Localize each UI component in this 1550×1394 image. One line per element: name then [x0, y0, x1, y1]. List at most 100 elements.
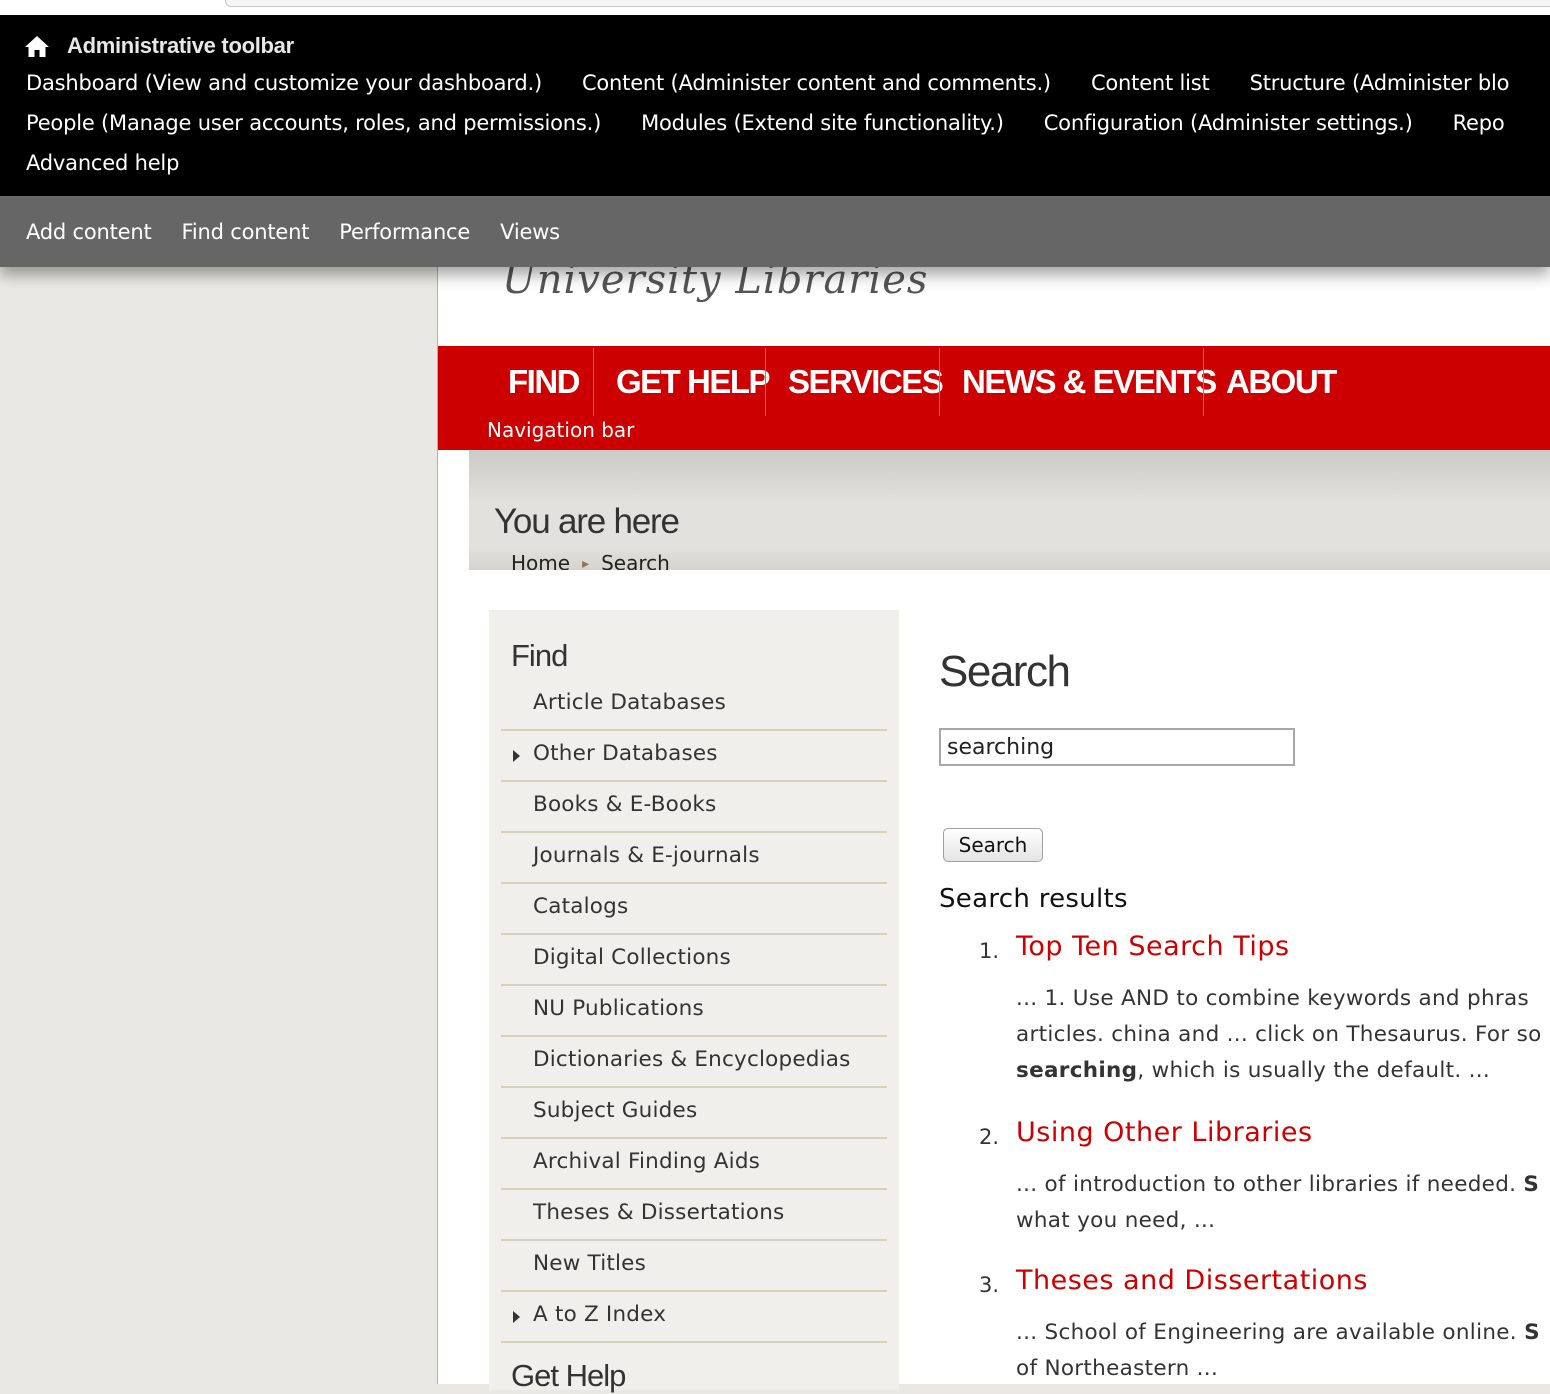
breadcrumb-separator-icon: ▸	[582, 556, 590, 570]
sidebar-item-label: Journals & E-journals	[533, 843, 760, 868]
breadcrumb-panel: You are here Home ▸ Search	[469, 450, 1550, 570]
snippet-text: ... 1. Use AND to combine keywords and p…	[1016, 986, 1530, 1011]
breadcrumb: Home ▸ Search	[511, 551, 670, 570]
result-number: 2.	[979, 1125, 1000, 1149]
result-snippet-line: searching, which is usually the default.…	[1016, 1053, 1542, 1089]
sidebar-item-label: Books & E-Books	[533, 792, 717, 817]
page-title: Search	[939, 647, 1071, 696]
nav-separator	[593, 348, 594, 416]
admin-menu-dashboard[interactable]: Dashboard (View and customize your dashb…	[26, 71, 542, 101]
home-icon	[25, 36, 49, 57]
admin-menu-people[interactable]: People (Manage user accounts, roles, and…	[26, 111, 601, 141]
shortcut-performance[interactable]: Performance	[339, 220, 470, 244]
nav-get-help[interactable]: GET HELP	[616, 348, 771, 416]
sidebar-item[interactable]: Article Databases	[501, 680, 887, 731]
sidebar-next-title: Get Help	[511, 1358, 626, 1393]
admin-toolbar-title-text: Administrative toolbar	[67, 33, 294, 58]
shortcut-find-content[interactable]: Find content	[182, 220, 310, 244]
result-snippet-line: articles. china and ... click on Thesaur…	[1016, 1017, 1542, 1053]
sidebar-item-label: Digital Collections	[533, 945, 731, 970]
admin-menu-content-list[interactable]: Content list	[1091, 71, 1210, 101]
sidebar-item-label: New Titles	[533, 1251, 647, 1276]
sidebar-item[interactable]: A to Z Index	[501, 1292, 887, 1343]
search-input[interactable]	[939, 728, 1295, 766]
result-snippet: ... 1. Use AND to combine keywords and p…	[1016, 981, 1542, 1089]
nav-news-events[interactable]: NEWS & EVENTS	[962, 348, 1217, 416]
nav-separator	[765, 348, 766, 416]
admin-menu-row-3: Advanced help	[26, 151, 219, 181]
admin-menu-row-2: People (Manage user accounts, roles, and…	[26, 111, 1545, 141]
sidebar-item[interactable]: Subject Guides	[501, 1088, 887, 1139]
result-snippet-line: of Northeastern ...	[1016, 1351, 1540, 1387]
admin-menu-structure[interactable]: Structure (Administer blo	[1250, 71, 1510, 101]
admin-menu-modules[interactable]: Modules (Extend site functionality.)	[641, 111, 1004, 141]
result-number: 3.	[979, 1273, 1000, 1297]
browser-top-strip	[0, 0, 1550, 15]
result-snippet-line: ... School of Engineering are available …	[1016, 1315, 1540, 1351]
admin-menu-advanced-help[interactable]: Advanced help	[26, 151, 179, 181]
sidebar-item-label: Other Databases	[533, 741, 718, 766]
sidebar-item[interactable]: Journals & E-journals	[501, 833, 887, 884]
sidebar-item[interactable]: Archival Finding Aids	[501, 1139, 887, 1190]
search-button[interactable]: Search	[943, 828, 1043, 862]
sidebar-item-label: Dictionaries & Encyclopedias	[533, 1047, 851, 1072]
page-main: University Libraries FIND GET HELP SERVI…	[437, 257, 1550, 1393]
result-snippet-line: ... of introduction to other libraries i…	[1016, 1167, 1539, 1203]
admin-menu-row-1: Dashboard (View and customize your dashb…	[26, 71, 1549, 101]
sidebar-item-label: Article Databases	[533, 690, 726, 715]
admin-menu-reports[interactable]: Repo	[1453, 111, 1505, 141]
result-title-link[interactable]: Theses and Dissertations	[1016, 1265, 1368, 1296]
sidebar-item[interactable]: New Titles	[501, 1241, 887, 1292]
sidebar-item-label: Theses & Dissertations	[533, 1200, 785, 1225]
snippet-text: ... School of Engineering are available …	[1016, 1320, 1525, 1345]
sidebar-item[interactable]: Books & E-Books	[501, 782, 887, 833]
expand-arrow-icon[interactable]	[513, 1311, 520, 1323]
sidebar-item[interactable]: Dictionaries & Encyclopedias	[501, 1037, 887, 1088]
expand-arrow-icon[interactable]	[513, 750, 520, 762]
sidebar-item[interactable]: Theses & Dissertations	[501, 1190, 887, 1241]
admin-toolbar-title[interactable]: Administrative toolbar	[24, 31, 294, 61]
sidebar-title: Find	[511, 638, 568, 673]
snippet-highlight: searching	[1016, 1058, 1138, 1083]
result-snippet-line: what you need, ...	[1016, 1203, 1539, 1239]
snippet-text: what you need, ...	[1016, 1208, 1216, 1233]
sidebar-item-label: Archival Finding Aids	[533, 1149, 761, 1174]
nav-find[interactable]: FIND	[508, 348, 581, 416]
sidebar-item[interactable]: NU Publications	[501, 986, 887, 1037]
sidebar-item-label: Catalogs	[533, 894, 629, 919]
result-title-link[interactable]: Using Other Libraries	[1016, 1117, 1313, 1148]
result-snippet-line: ... 1. Use AND to combine keywords and p…	[1016, 981, 1542, 1017]
snippet-text: , which is usually the default. ...	[1137, 1058, 1491, 1083]
sidebar-item-label: NU Publications	[533, 996, 704, 1021]
result-snippet: ... School of Engineering are available …	[1016, 1315, 1540, 1387]
result-snippet: ... of introduction to other libraries i…	[1016, 1167, 1539, 1239]
browser-tab-edge	[225, 0, 1550, 7]
admin-menu-configuration[interactable]: Configuration (Administer settings.)	[1044, 111, 1413, 141]
sidebar: Find Article Databases Other Databases Boo…	[489, 610, 899, 1393]
sidebar-item[interactable]: Digital Collections	[501, 935, 887, 986]
admin-toolbar: Administrative toolbar Dashboard (View a…	[0, 15, 1550, 196]
sidebar-item-label: A to Z Index	[533, 1302, 667, 1327]
results-heading: Search results	[939, 884, 1128, 914]
sidebar-menu: Article Databases Other Databases Books & …	[501, 680, 887, 1343]
shortcut-add-content[interactable]: Add content	[26, 220, 152, 244]
nav-separator	[1203, 348, 1204, 416]
snippet-highlight: S	[1523, 1172, 1540, 1197]
main-navigation: FIND GET HELP SERVICES NEWS & EVENTS ABO…	[438, 346, 1550, 450]
sidebar-item[interactable]: Catalogs	[501, 884, 887, 935]
nav-separator	[939, 348, 940, 416]
admin-menu-content[interactable]: Content (Administer content and comments…	[582, 71, 1051, 101]
shortcut-bar: Add content Find content Performance Vie…	[0, 196, 1550, 267]
result-title-link[interactable]: Top Ten Search Tips	[1016, 931, 1290, 962]
snippet-text: ... of introduction to other libraries i…	[1016, 1172, 1524, 1197]
sidebar-item[interactable]: Other Databases	[501, 731, 887, 782]
breadcrumb-home[interactable]: Home	[511, 551, 570, 570]
shortcut-views[interactable]: Views	[500, 220, 560, 244]
nav-services[interactable]: SERVICES	[788, 348, 944, 416]
snippet-text: of Northeastern ...	[1016, 1356, 1219, 1381]
breadcrumb-heading: You are here	[494, 502, 680, 541]
sidebar-item-label: Subject Guides	[533, 1098, 698, 1123]
snippet-text: articles. china and ... click on Thesaur…	[1016, 1022, 1542, 1047]
nav-about[interactable]: ABOUT	[1226, 348, 1337, 416]
result-number: 1.	[979, 939, 1000, 963]
